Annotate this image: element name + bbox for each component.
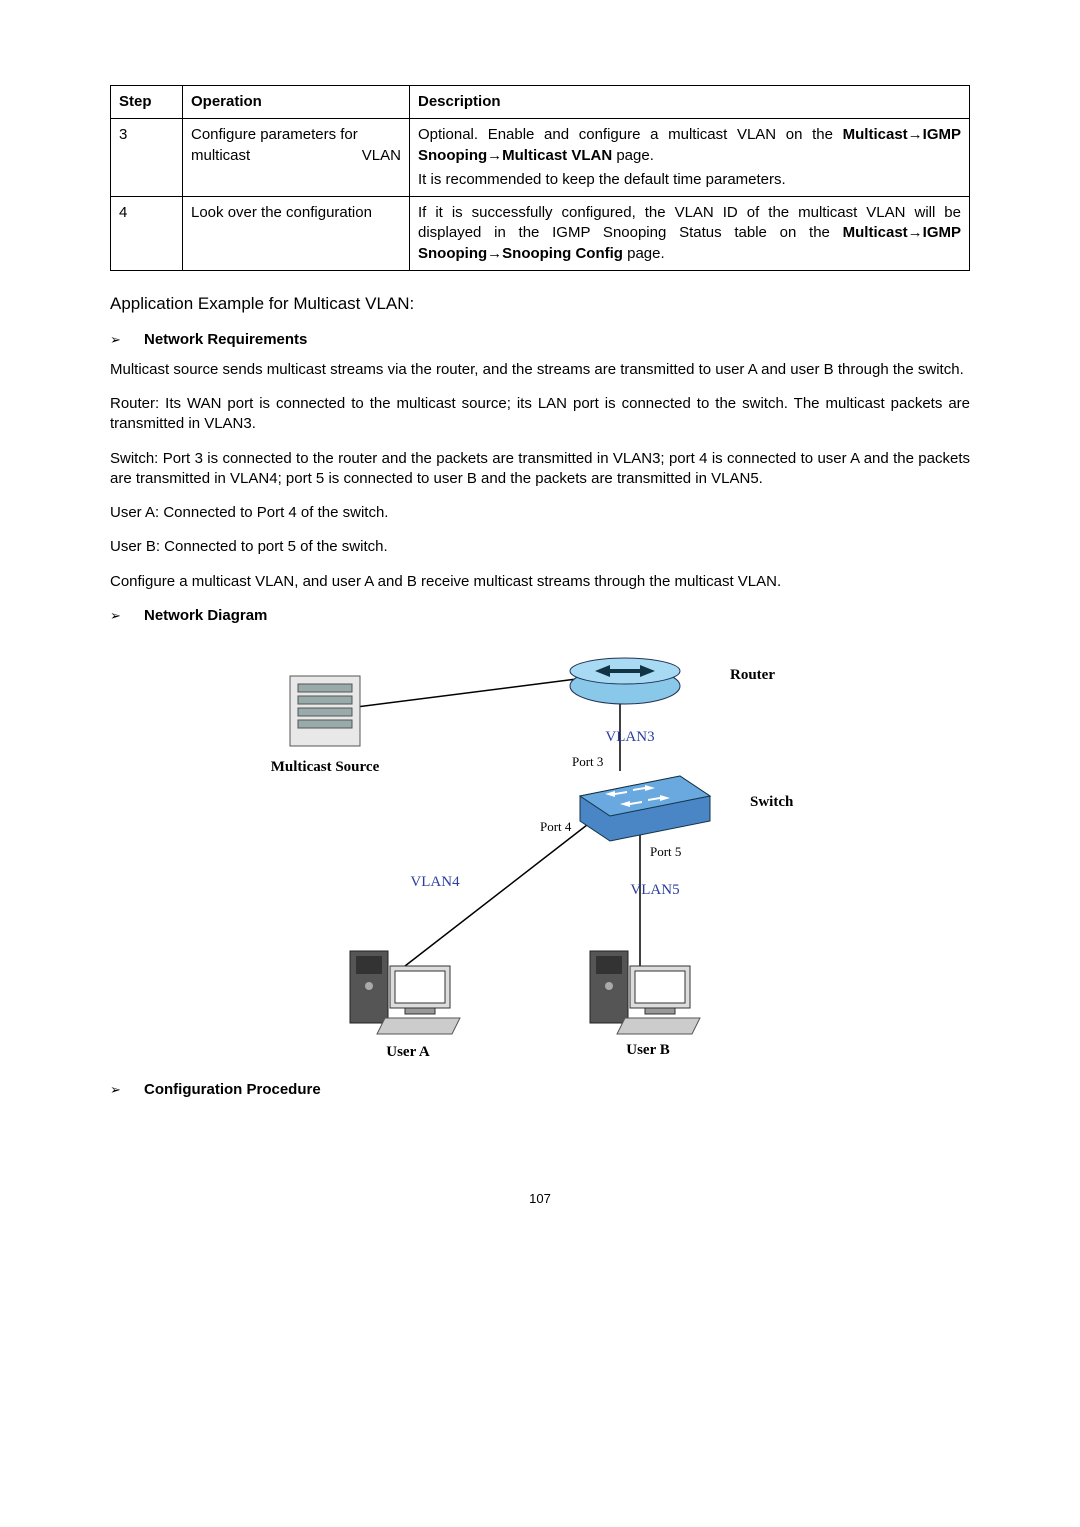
label-vlan4: VLAN4 (410, 874, 460, 890)
label-user-a: User A (386, 1044, 430, 1060)
para-3: Switch: Port 3 is connected to the route… (110, 449, 970, 490)
table-row: 3 Configure parameters for multicast VLA… (111, 119, 970, 197)
label-router: Router (730, 667, 775, 683)
label-port3: Port 3 (572, 754, 603, 769)
multicast-source-icon (290, 676, 360, 746)
cell-description: If it is successfully configured, the VL… (410, 197, 970, 271)
cell-operation: Configure parameters for multicast VLAN (183, 119, 410, 197)
section-heading: Application Example for Multicast VLAN: (110, 293, 970, 316)
label-vlan3: VLAN3 (605, 729, 654, 745)
label-multicast-source: Multicast Source (271, 759, 380, 775)
network-diagram: Multicast Source Router Switch VLAN3 VLA… (260, 636, 820, 1066)
user-a-icon (350, 951, 460, 1034)
chevron-right-icon: ➢ (110, 1081, 144, 1099)
cell-step: 4 (111, 197, 183, 271)
th-description: Description (410, 86, 970, 119)
router-icon (570, 658, 680, 704)
para-4: User A: Connected to Port 4 of the switc… (110, 503, 970, 523)
label-port5: Port 5 (650, 844, 681, 859)
switch-icon (580, 776, 710, 841)
bullet-net-diag: ➢ Network Diagram (110, 606, 970, 626)
page-number: 107 (110, 1190, 970, 1208)
bullet-net-req: ➢ Network Requirements (110, 330, 970, 350)
para-2: Router: Its WAN port is connected to the… (110, 394, 970, 435)
th-step: Step (111, 86, 183, 119)
label-user-b: User B (626, 1042, 669, 1058)
table-row: 4 Look over the configuration If it is s… (111, 197, 970, 271)
user-b-icon (590, 951, 700, 1034)
label-switch: Switch (750, 794, 794, 810)
th-operation: Operation (183, 86, 410, 119)
cell-operation: Look over the configuration (183, 197, 410, 271)
chevron-right-icon: ➢ (110, 331, 144, 349)
cell-description: Optional. Enable and configure a multica… (410, 119, 970, 197)
chevron-right-icon: ➢ (110, 607, 144, 625)
bullet-conf-proc: ➢ Configuration Procedure (110, 1080, 970, 1100)
para-6: Configure a multicast VLAN, and user A a… (110, 572, 970, 592)
para-1: Multicast source sends multicast streams… (110, 360, 970, 380)
label-vlan5: VLAN5 (630, 882, 679, 898)
label-port4: Port 4 (540, 819, 572, 834)
para-5: User B: Connected to port 5 of the switc… (110, 537, 970, 557)
config-table: Step Operation Description 3 Configure p… (110, 85, 970, 271)
cell-step: 3 (111, 119, 183, 197)
